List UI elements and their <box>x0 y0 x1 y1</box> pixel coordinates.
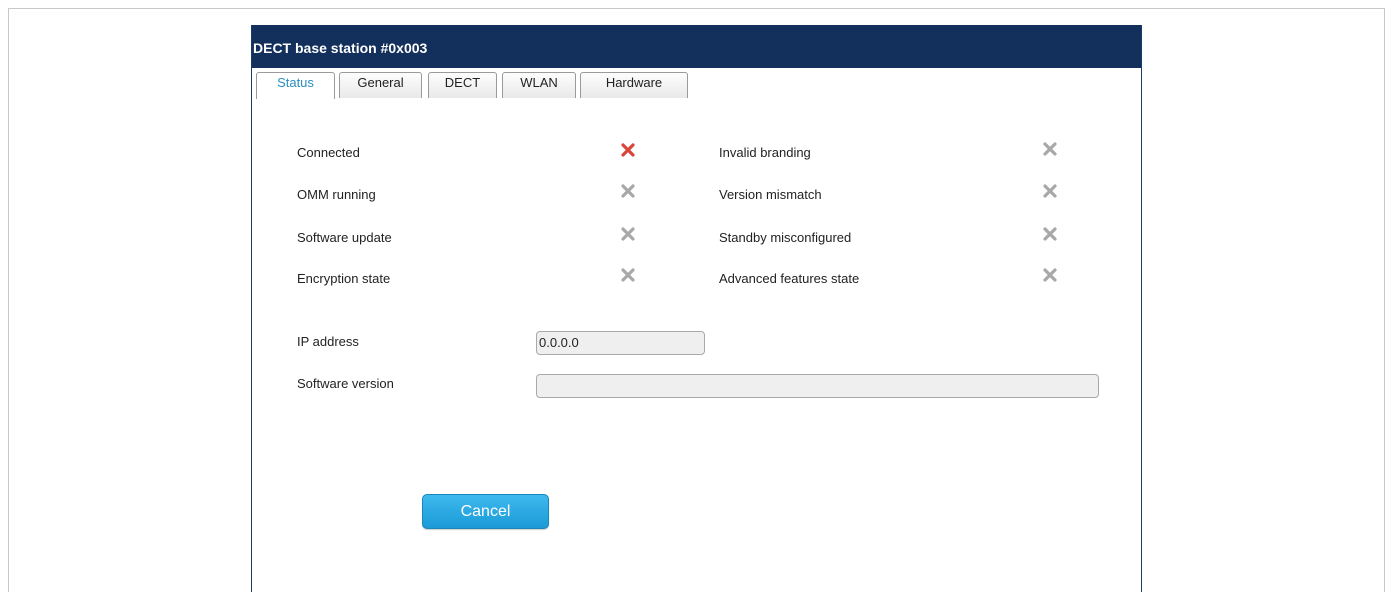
dialog-title: DECT base station #0x003 <box>252 25 1141 68</box>
status-label-omm-running: OMM running <box>297 187 376 202</box>
status-label-connected: Connected <box>297 145 360 160</box>
status-label-encryption-state: Encryption state <box>297 271 391 286</box>
tab-general[interactable]: General <box>339 72 422 98</box>
version-mismatch-x-icon <box>1043 184 1057 198</box>
standby-misconfigured-x-icon <box>1043 227 1057 241</box>
software-update-x-icon <box>621 227 635 241</box>
tab-hardware[interactable]: Hardware <box>580 72 688 98</box>
status-label-invalid-branding: Invalid branding <box>719 145 811 160</box>
tab-wlan[interactable]: WLAN <box>502 72 576 98</box>
tab-status[interactable]: Status <box>256 72 335 99</box>
ip-address-label: IP address <box>297 334 359 349</box>
ip-address-field[interactable]: 0.0.0.0 <box>536 331 705 355</box>
status-label-advanced-features-state: Advanced features state <box>719 271 860 286</box>
tab-dect[interactable]: DECT <box>428 72 497 98</box>
status-label-version-mismatch: Version mismatch <box>719 187 822 202</box>
encryption-state-x-icon <box>621 268 635 282</box>
omm-running-x-icon <box>621 184 635 198</box>
status-label-standby-misconfigured: Standby misconfigured <box>719 230 852 245</box>
software-version-field[interactable] <box>536 374 1099 398</box>
base-station-dialog: DECT base station #0x003 Status General … <box>251 25 1142 592</box>
cancel-button[interactable]: Cancel <box>422 494 549 529</box>
status-label-software-update: Software update <box>297 230 392 245</box>
advanced-features-state-x-icon <box>1043 268 1057 282</box>
invalid-branding-x-icon <box>1043 142 1057 156</box>
connected-x-icon <box>621 143 635 157</box>
software-version-label: Software version <box>297 376 394 391</box>
